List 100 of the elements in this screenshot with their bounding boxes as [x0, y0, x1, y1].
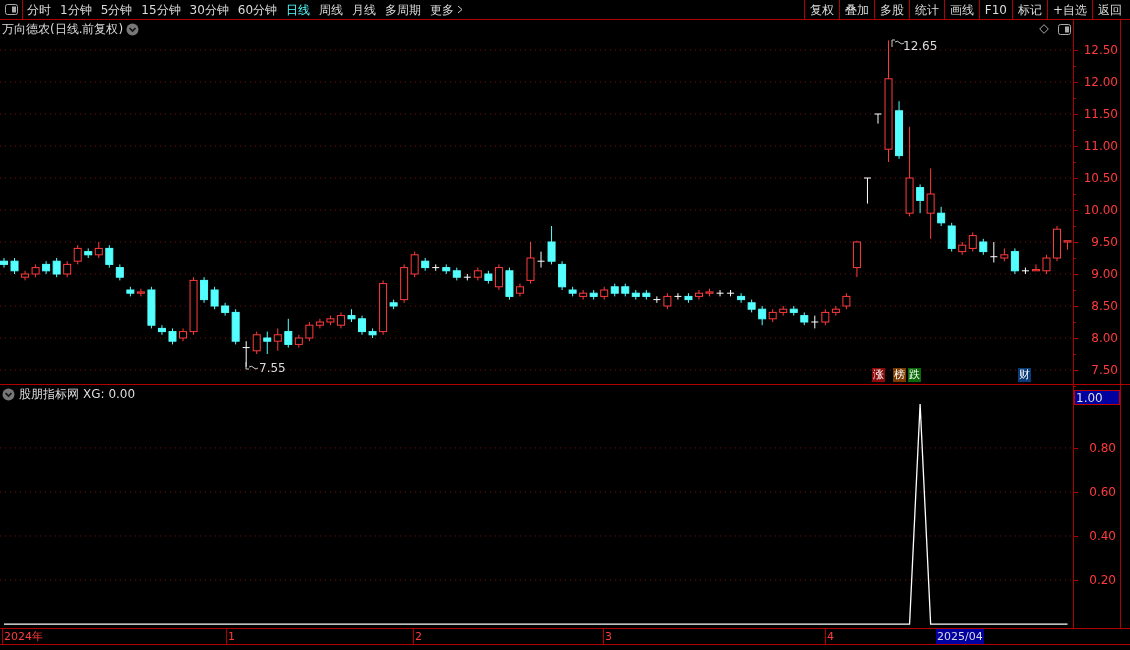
period-tab[interactable]: 多周期: [385, 0, 422, 19]
dropdown-icon[interactable]: [126, 22, 140, 36]
candlestick: [284, 318, 293, 349]
panel-icon[interactable]: [1058, 23, 1071, 35]
series-name: XG: [83, 386, 101, 403]
date-axis-label: 3: [603, 629, 612, 644]
period-tab[interactable]: 60分钟: [237, 0, 278, 19]
price-axis-label: 8.00: [1091, 332, 1118, 344]
candlestick: [431, 263, 440, 272]
candlestick: [694, 289, 703, 301]
panel-icon: [4, 4, 18, 15]
period-tab[interactable]: 分时: [27, 0, 51, 19]
candlestick: [937, 206, 946, 227]
candlestick: [558, 260, 567, 291]
period-tab[interactable]: 1分钟: [60, 0, 92, 19]
chevron-right-icon: [457, 5, 464, 14]
candlestick: [42, 260, 51, 275]
candlestick: [1031, 263, 1040, 272]
event-badge[interactable]: 跌: [908, 368, 921, 382]
period-tab[interactable]: 月线: [352, 0, 377, 19]
cursor-date-label: 2025/04: [936, 629, 984, 644]
candlestick: [52, 257, 61, 278]
candlestick: [1042, 254, 1051, 275]
indicator-axis-label: 0.60: [1089, 485, 1116, 498]
price-axis-label: 8.50: [1091, 300, 1118, 312]
leader-line: [245, 362, 259, 370]
toolbar-button[interactable]: 返回: [1092, 0, 1127, 19]
candlestick: [526, 241, 535, 285]
price-axis-label: 9.50: [1091, 236, 1118, 248]
candlestick: [863, 177, 872, 205]
candlestick: [273, 327, 282, 352]
indicator-axis-label: 0.80: [1089, 441, 1116, 454]
candlestick: [410, 251, 419, 278]
candlestick: [716, 289, 725, 297]
toolbar-button[interactable]: 画线: [943, 0, 979, 19]
current-value-label: 1.00: [1074, 390, 1120, 405]
indicator-axis-label: 0.20: [1089, 574, 1116, 586]
indicator-title: 股朋指标网: [19, 386, 79, 403]
candlestick: [758, 305, 767, 326]
indicator-axis-label: 0.40: [1089, 530, 1116, 542]
diamond-icon[interactable]: [1039, 24, 1049, 34]
indicator-reading: : 0.00: [100, 386, 136, 403]
candlestick: [157, 324, 166, 336]
candlestick: [358, 315, 367, 336]
toolbar-button[interactable]: 多股: [873, 0, 909, 19]
candlestick: [200, 276, 209, 304]
candlestick: [673, 292, 682, 301]
candlestick: [547, 225, 556, 265]
period-tab[interactable]: 周线: [319, 0, 344, 19]
candlestick: [831, 305, 840, 317]
high-price-label: 12.65: [903, 40, 938, 52]
candlestick: [263, 331, 272, 355]
candlestick: [652, 295, 661, 304]
date-axis-label: 2024年: [2, 629, 43, 644]
candlestick: [1010, 247, 1019, 275]
low-price-label: 7.55: [259, 362, 286, 374]
period-tab[interactable]: 5分钟: [100, 0, 133, 19]
period-tab[interactable]: 更多: [430, 0, 464, 19]
price-axis-label: 12.00: [1083, 76, 1118, 88]
stock-title: 万向德农(日线.前复权): [2, 21, 124, 38]
price-axis-label: 7.50: [1091, 364, 1118, 376]
event-badge[interactable]: 财: [1018, 368, 1031, 382]
period-tab[interactable]: 30分钟: [189, 0, 229, 19]
toolbar-button[interactable]: +自选: [1046, 0, 1092, 19]
candlestick: [968, 231, 977, 253]
candlestick: [136, 288, 145, 297]
event-badge[interactable]: 涨: [872, 368, 885, 382]
period-tab[interactable]: 15分钟: [141, 0, 181, 19]
candlestick: [916, 183, 925, 214]
toolbar-button[interactable]: 统计: [908, 0, 944, 19]
candlestick: [210, 286, 219, 310]
dropdown-icon[interactable]: [2, 387, 15, 401]
candlestick: [537, 251, 546, 269]
candlestick: [989, 241, 998, 263]
leader-line: [891, 39, 905, 47]
toolbar-button[interactable]: 标记: [1011, 0, 1047, 19]
price-axis-label: 10.00: [1083, 204, 1118, 216]
toolbar-button[interactable]: 复权: [803, 0, 839, 19]
toolbar-button[interactable]: 叠加: [838, 0, 874, 19]
event-badge[interactable]: 榜: [893, 368, 906, 382]
candlestick: [926, 167, 935, 240]
date-axis-label: 2: [413, 629, 422, 644]
candlestick: [105, 244, 114, 269]
candlestick: [947, 222, 956, 253]
candlestick: [873, 113, 882, 125]
price-axis-label: 9.00: [1091, 268, 1118, 280]
candlestick: [494, 263, 503, 291]
candlestick: [252, 331, 261, 355]
price-axis-label: 12.50: [1083, 44, 1118, 56]
candlestick: [0, 257, 8, 269]
price-axis-label: 11.50: [1083, 108, 1118, 120]
candlestick: [305, 321, 314, 342]
period-tab[interactable]: 日线: [286, 0, 311, 19]
toolbar-button[interactable]: F10: [978, 0, 1012, 19]
candlestick: [73, 244, 82, 265]
date-axis-label: 4: [825, 629, 834, 644]
candlestick: [737, 292, 746, 304]
price-axis-label: 11.00: [1083, 140, 1118, 152]
price-axis-label: 10.50: [1083, 172, 1118, 184]
date-axis-label: 1: [226, 629, 235, 644]
